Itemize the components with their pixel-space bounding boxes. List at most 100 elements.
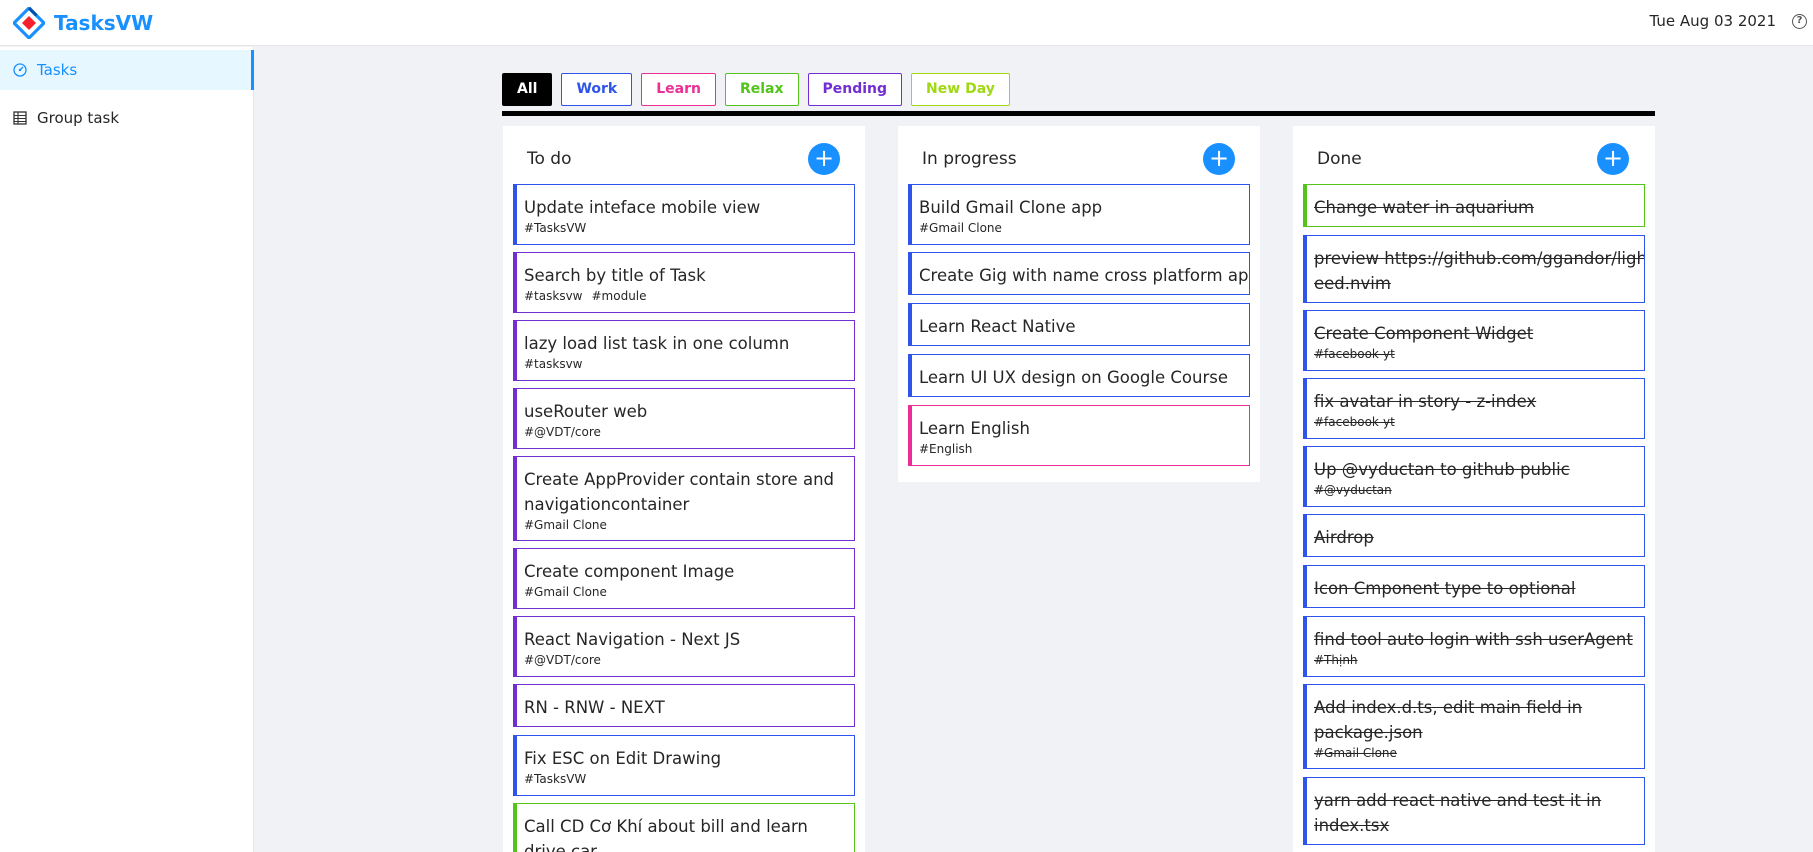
task-tag: #tasksvw [524, 289, 583, 303]
task-card[interactable]: yarn add react native and test it in ind… [1303, 777, 1645, 845]
filter-work[interactable]: Work [561, 73, 633, 106]
filter-divider [502, 111, 1655, 116]
task-title: find tool auto login with ssh userAgent [1314, 630, 1633, 649]
task-title: Icon Cmponent type to optional [1314, 579, 1576, 598]
sidebar-item-tasks[interactable]: Tasks [0, 50, 254, 90]
top-bar: TasksVW Tue Aug 03 2021 ? [0, 0, 1813, 46]
filter-all[interactable]: All [502, 73, 553, 106]
task-tag: #Gmail Clone [524, 585, 607, 599]
dashboard-icon [13, 63, 27, 77]
task-card[interactable]: Create AppProvider contain store and nav… [513, 456, 855, 541]
current-date: Tue Aug 03 2021 [1649, 12, 1776, 30]
column-done: Done + Change water in aquarium preview … [1293, 126, 1655, 852]
task-card[interactable]: lazy load list task in one column #tasks… [513, 320, 855, 381]
task-title: Fix ESC on Edit Drawing [524, 749, 722, 768]
help-icon[interactable]: ? [1792, 14, 1807, 29]
task-title: Update inteface mobile view [524, 198, 761, 217]
task-card[interactable]: Search by title of Task #tasksvw #module [513, 252, 855, 313]
task-title: Build Gmail Clone app [919, 198, 1103, 217]
task-title: Create AppProvider contain store and nav… [524, 470, 834, 514]
add-task-button[interactable]: + [1597, 143, 1629, 175]
task-title: Airdrop [1314, 528, 1374, 547]
task-tags: #tasksvw #module [524, 289, 854, 303]
task-tag: #TasksVW [524, 772, 587, 786]
task-card[interactable]: Add index.d.ts, edit main field in packa… [1303, 684, 1645, 769]
task-tag: #module [591, 289, 647, 303]
task-tag: #@VDT/core [524, 425, 601, 439]
task-title: Learn UI UX design on Google Course [919, 368, 1228, 387]
task-card[interactable]: Airdrop [1303, 514, 1645, 557]
task-tags: #TasksVW [524, 221, 854, 235]
task-tag: #TasksVW [524, 221, 587, 235]
task-card[interactable]: Create Gig with name cross platform app [908, 252, 1250, 295]
task-title: Learn React Native [919, 317, 1076, 336]
filter-new-day[interactable]: New Day [911, 73, 1010, 106]
task-tags: #facebook-yt [1314, 347, 1644, 361]
add-task-button[interactable]: + [808, 143, 840, 175]
sidebar-item-group-task[interactable]: Group task [0, 98, 254, 138]
task-tag: #@vyductan [1314, 483, 1392, 497]
task-card[interactable]: fix avatar in story - z-index #facebook-… [1303, 378, 1645, 439]
task-title: yarn add react native and test it in ind… [1314, 791, 1602, 835]
task-tags: #tasksvw [524, 357, 854, 371]
app-logo[interactable]: TasksVW [13, 6, 154, 39]
sidebar-item-label: Group task [37, 109, 120, 127]
task-tag: #tasksvw [524, 357, 583, 371]
task-title: React Navigation - Next JS [524, 630, 741, 649]
column-title: In progress [922, 149, 1017, 169]
task-card[interactable]: useRouter web #@VDT/core [513, 388, 855, 449]
task-tags: #@VDT/core [524, 425, 854, 439]
task-card[interactable]: Fix ESC on Edit Drawing #TasksVW [513, 735, 855, 796]
task-tags: #Gmail Clone [524, 585, 854, 599]
task-title: Search by title of Task [524, 266, 706, 285]
task-tags: #English [919, 442, 1249, 456]
sidebar-item-label: Tasks [37, 61, 78, 79]
filter-learn[interactable]: Learn [641, 73, 716, 106]
task-title: fix avatar in story - z-index [1314, 392, 1537, 411]
column-title: To do [527, 149, 572, 169]
filter-bar: All Work Learn Relax Pending New Day [502, 73, 1019, 106]
filter-relax[interactable]: Relax [724, 73, 799, 106]
task-title: Create Component Widget [1314, 324, 1534, 343]
task-card[interactable]: Learn UI UX design on Google Course [908, 354, 1250, 397]
task-card[interactable]: Up @vyductan to github public #@vyductan [1303, 446, 1645, 507]
task-tag: #Gmail Clone [524, 518, 607, 532]
task-tags: #@VDT/core [524, 653, 854, 667]
task-title: Learn English [919, 419, 1030, 438]
task-tag: #Gmail Clone [1314, 746, 1397, 760]
task-card[interactable]: Create Component Widget #facebook-yt [1303, 310, 1645, 371]
task-card[interactable]: Change water in aquarium [1303, 184, 1645, 227]
task-tag: #@VDT/core [524, 653, 601, 667]
task-title: preview https://github.com/ggandor/light… [1314, 249, 1645, 293]
task-title: lazy load list task in one column [524, 334, 790, 353]
task-card[interactable]: Create component Image #Gmail Clone [513, 548, 855, 609]
task-card[interactable]: Learn English #English [908, 405, 1250, 466]
task-tag: #Gmail Clone [919, 221, 1002, 235]
task-title: Change water in aquarium [1314, 198, 1535, 217]
task-card[interactable]: Icon Cmponent type to optional [1303, 565, 1645, 608]
task-tag: #Thịnh [1314, 653, 1358, 667]
filter-pending[interactable]: Pending [807, 73, 903, 106]
task-tag: #facebook-yt [1314, 347, 1395, 361]
task-card[interactable]: RN - RNW - NEXT [513, 684, 855, 727]
task-card[interactable]: Build Gmail Clone app #Gmail Clone [908, 184, 1250, 245]
sidebar: Tasks Group task [0, 47, 254, 852]
column-title: Done [1317, 149, 1362, 169]
column-in-progress: In progress + Build Gmail Clone app #Gma… [898, 126, 1260, 482]
task-card[interactable]: preview https://github.com/ggandor/light… [1303, 235, 1645, 303]
task-tags: #TasksVW [524, 772, 854, 786]
add-task-button[interactable]: + [1203, 143, 1235, 175]
table-icon [13, 111, 27, 125]
task-title: RN - RNW - NEXT [524, 698, 665, 717]
task-tags: #Thịnh [1314, 653, 1644, 667]
app-name: TasksVW [54, 10, 154, 35]
task-tags: #Gmail Clone [919, 221, 1249, 235]
task-tags: #Gmail Clone [524, 518, 854, 532]
column-todo: To do + Update inteface mobile view #Tas… [503, 126, 865, 852]
task-card[interactable]: React Navigation - Next JS #@VDT/core [513, 616, 855, 677]
task-card[interactable]: Update inteface mobile view #TasksVW [513, 184, 855, 245]
task-card[interactable]: Call CD Cơ Khí about bill and learn driv… [513, 803, 855, 852]
task-card[interactable]: Learn React Native [908, 303, 1250, 346]
task-tags: #facebook-yt [1314, 415, 1644, 429]
task-card[interactable]: find tool auto login with ssh userAgent … [1303, 616, 1645, 677]
